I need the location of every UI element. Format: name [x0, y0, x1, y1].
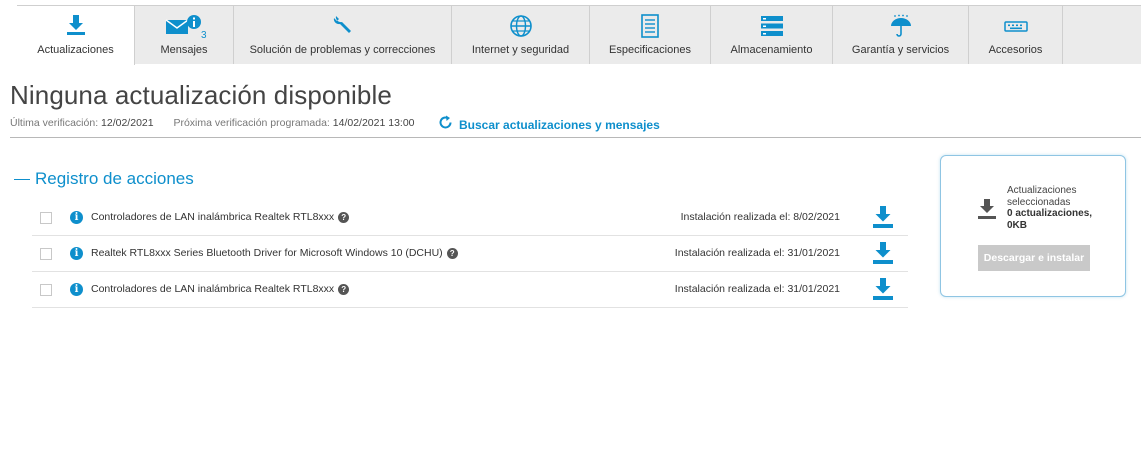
selected-updates-panel: Actualizaciones seleccionadas 0 actualiz…	[940, 155, 1126, 297]
next-check-value: 14/02/2021 13:00	[332, 117, 415, 129]
umbrella-icon	[833, 14, 968, 38]
list-item: i Controladores de LAN inalámbrica Realt…	[32, 272, 908, 308]
help-icon[interactable]: ?	[338, 211, 350, 223]
registry-title: Registro de acciones	[35, 169, 194, 188]
verification-info: Última verificación: 12/02/2021 Próxima …	[10, 117, 415, 129]
check-updates-link[interactable]: Buscar actualizaciones y mensajes	[438, 115, 660, 135]
help-icon[interactable]: ?	[446, 247, 458, 259]
keyboard-icon	[969, 14, 1062, 38]
registry-list: i Controladores de LAN inalámbrica Realt…	[32, 200, 908, 308]
registry-section-toggle[interactable]: Registro de acciones	[14, 169, 194, 189]
last-check-value: 12/02/2021	[101, 117, 154, 129]
selected-count: 0 actualizaciones,	[1007, 208, 1093, 219]
message-count-badge: 3	[201, 30, 207, 41]
download-install-button[interactable]: Descargar e instalar	[978, 245, 1090, 271]
download-icon[interactable]	[872, 241, 894, 265]
info-icon[interactable]: i	[70, 211, 83, 224]
tab-mensajes[interactable]: 3 Mensajes	[135, 5, 234, 64]
tab-label: Internet y seguridad	[471, 44, 570, 56]
info-icon[interactable]: i	[70, 283, 83, 296]
help-icon[interactable]: ?	[338, 283, 350, 295]
tab-label: Garantía y servicios	[851, 44, 950, 56]
globe-icon	[452, 14, 589, 38]
download-icon	[17, 14, 134, 38]
tab-label: Solución de problemas y correcciones	[249, 44, 436, 56]
next-check-label: Próxima verificación programada:	[173, 117, 330, 129]
install-date: Instalación realizada el: 31/01/2021	[674, 283, 840, 295]
storage-stack-icon	[711, 14, 832, 38]
tab-almacenamiento[interactable]: Almacenamiento	[711, 5, 833, 64]
tab-actualizaciones[interactable]: Actualizaciones	[17, 5, 135, 65]
tab-label: Mensajes	[160, 44, 208, 56]
list-item: i Controladores de LAN inalámbrica Realt…	[32, 200, 908, 236]
install-date: Instalación realizada el: 8/02/2021	[680, 211, 840, 223]
refresh-icon	[438, 115, 453, 135]
page-title: Ninguna actualización disponible	[10, 80, 392, 110]
tab-bar: Actualizaciones 3 Mensajes Solución de p…	[0, 0, 1141, 65]
selected-label-1: Actualizaciones	[1007, 185, 1077, 196]
tab-especificaciones[interactable]: Especificaciones	[590, 5, 711, 64]
wrench-icon	[234, 14, 451, 38]
tab-garantia-servicios[interactable]: Garantía y servicios	[833, 5, 969, 64]
last-check-label: Última verificación:	[10, 117, 99, 129]
list-item: i Realtek RTL8xxx Series Bluetooth Drive…	[32, 236, 908, 272]
install-date: Instalación realizada el: 31/01/2021	[674, 247, 840, 259]
tab-label: Accesorios	[988, 44, 1043, 56]
driver-name: Controladores de LAN inalámbrica Realtek…	[91, 211, 335, 223]
driver-name: Controladores de LAN inalámbrica Realtek…	[91, 283, 335, 295]
envelope-info-icon	[135, 14, 233, 38]
download-tray-icon	[977, 198, 997, 220]
tab-solucion-problemas[interactable]: Solución de problemas y correcciones	[234, 5, 452, 64]
tab-label: Especificaciones	[609, 44, 691, 56]
check-updates-label: Buscar actualizaciones y mensajes	[459, 118, 660, 132]
row-checkbox[interactable]	[40, 284, 52, 296]
row-checkbox[interactable]	[40, 248, 52, 260]
selected-label-2: seleccionadas	[1007, 196, 1071, 208]
tab-internet-seguridad[interactable]: Internet y seguridad	[452, 5, 590, 64]
row-checkbox[interactable]	[40, 212, 52, 224]
driver-name: Realtek RTL8xxx Series Bluetooth Driver …	[91, 247, 443, 259]
selected-size: 0KB	[1007, 219, 1028, 231]
download-icon[interactable]	[872, 277, 894, 301]
header-divider	[10, 137, 1141, 138]
info-icon[interactable]: i	[70, 247, 83, 260]
tab-label: Almacenamiento	[730, 44, 813, 56]
collapse-dash-icon	[14, 178, 30, 180]
selected-updates-summary: Actualizaciones seleccionadas 0 actualiz…	[1007, 185, 1117, 231]
tab-accesorios[interactable]: Accesorios	[969, 5, 1063, 64]
download-icon[interactable]	[872, 205, 894, 229]
tab-label: Actualizaciones	[37, 44, 114, 56]
document-icon	[590, 14, 710, 38]
